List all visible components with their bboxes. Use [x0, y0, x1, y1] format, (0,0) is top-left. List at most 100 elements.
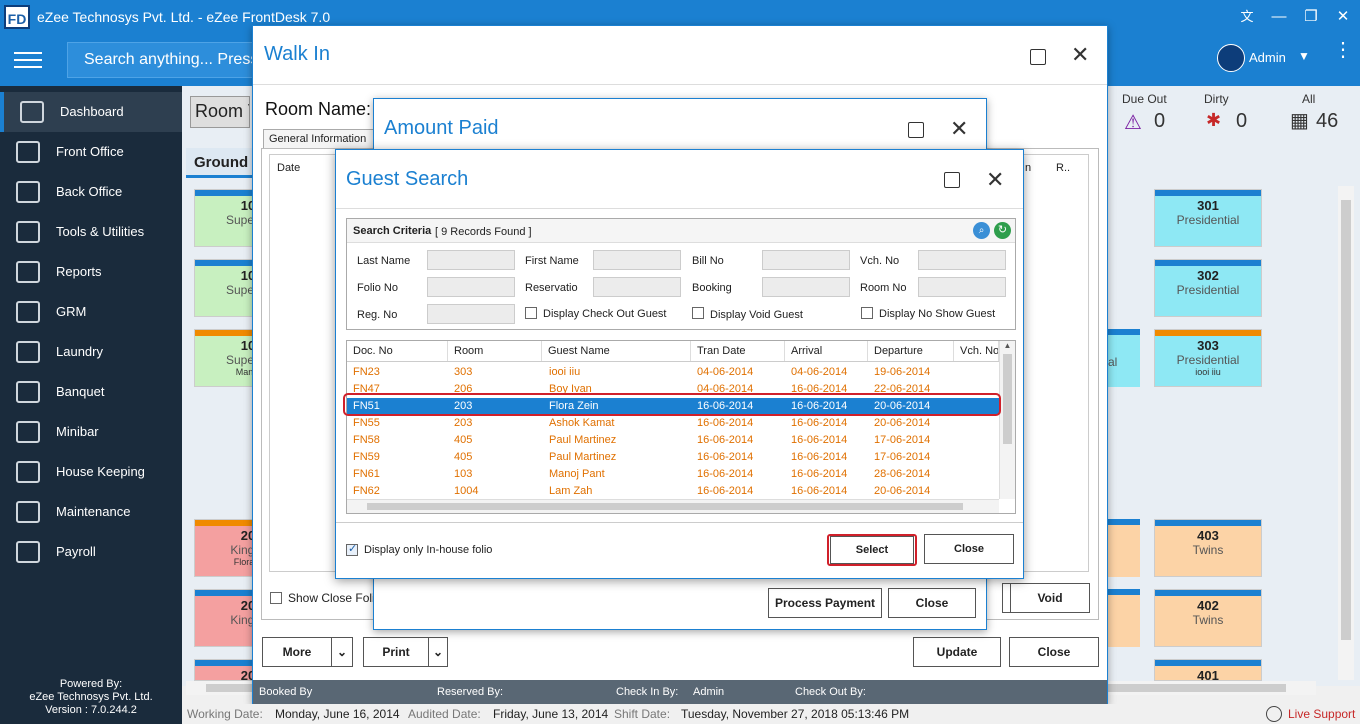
search-icon[interactable]: ⌕	[973, 222, 990, 239]
room-view-button[interactable]: Room V	[190, 96, 250, 128]
display-no-show-checkbox[interactable]	[861, 307, 873, 319]
sidebar-item-front-office[interactable]: Front Office	[0, 132, 182, 172]
stat-dirty[interactable]: Dirty ✱ 0	[1204, 92, 1264, 134]
room-card[interactable]: 303 Presidential iooi iiu	[1154, 329, 1262, 387]
user-menu-caret-icon[interactable]: ▼	[1298, 49, 1310, 63]
process-payment-button[interactable]: Process Payment	[768, 588, 882, 618]
room-card[interactable]: 403 Twins	[1154, 519, 1262, 577]
first-name-field[interactable]	[593, 250, 681, 270]
void-button[interactable]: Void	[1010, 583, 1090, 613]
reg-no-field[interactable]	[427, 304, 515, 324]
translate-icon[interactable]: 文	[1236, 6, 1258, 28]
guest-search-dialog: Guest Search ✕ Search Criteria [ 9 Recor…	[335, 149, 1024, 579]
support-icon[interactable]	[1266, 706, 1282, 722]
sidebar-item-dashboard[interactable]: Dashboard	[0, 92, 182, 132]
records-found: [ 9 Records Found ]	[435, 226, 532, 238]
display-check-out-checkbox[interactable]	[525, 307, 537, 319]
close-window-button[interactable]: ✕	[1332, 6, 1354, 28]
vch-no-field[interactable]	[918, 250, 1006, 270]
room-no-field[interactable]	[918, 277, 1006, 297]
show-close-folio-label: Show Close Folio	[288, 591, 382, 605]
grid-horizontal-scrollbar[interactable]	[347, 499, 999, 513]
table-row[interactable]: FN23 303 iooi iiu 04-06-2014 04-06-2014 19-06…	[347, 364, 999, 381]
sidebar-item-payroll[interactable]: Payroll	[0, 532, 182, 572]
user-avatar-icon[interactable]	[1217, 44, 1245, 72]
print-button[interactable]: Print	[363, 637, 429, 667]
close-button[interactable]: Close	[924, 534, 1014, 564]
column-n: n	[1025, 162, 1032, 174]
close-icon[interactable]: ✕	[986, 167, 1004, 193]
sidebar-item-house-keeping[interactable]: House Keeping	[0, 452, 182, 492]
booking-field[interactable]	[762, 277, 850, 297]
table-row[interactable]: FN59 405 Paul Martinez 16-06-2014 16-06-2014…	[347, 449, 999, 466]
reservation-field[interactable]	[593, 277, 681, 297]
sidebar-item-maintenance[interactable]: Maintenance	[0, 492, 182, 532]
translate-icon[interactable]	[908, 122, 924, 138]
more-dropdown-chevron-icon[interactable]: ⌄	[331, 637, 353, 667]
sidebar-item-laundry[interactable]: Laundry	[0, 332, 182, 372]
user-name[interactable]: Admin	[1249, 50, 1286, 65]
dirty-icon: ✱	[1206, 110, 1222, 130]
table-row[interactable]: FN62 1004 Lam Zah 16-06-2014 16-06-2014 20-06…	[347, 483, 999, 500]
room-card[interactable]: 402 Twins	[1154, 589, 1262, 647]
folio-no-field[interactable]	[427, 277, 515, 297]
column-header[interactable]: Arrival	[785, 341, 868, 361]
display-void-checkbox[interactable]	[692, 307, 704, 319]
person-icon	[16, 141, 40, 163]
column-header[interactable]: Tran Date	[691, 341, 785, 361]
room-card[interactable]: 302 Presidential	[1154, 259, 1262, 317]
display-inhouse-checkbox[interactable]	[346, 542, 358, 556]
global-search-input[interactable]: Search anything... Press	[67, 42, 267, 78]
column-header[interactable]: Doc. No	[347, 341, 448, 361]
minimize-button[interactable]: —	[1268, 6, 1290, 28]
banquet-icon	[16, 381, 40, 403]
translate-icon[interactable]	[944, 172, 960, 188]
select-button[interactable]: Select	[830, 536, 914, 564]
stat-all[interactable]: All ▦ 46	[1288, 92, 1348, 134]
close-button[interactable]: Close	[888, 588, 976, 618]
table-row[interactable]: FN58 405 Paul Martinez 16-06-2014 16-06-2014…	[347, 432, 999, 449]
table-row[interactable]: FN55 203 Ashok Kamat 16-06-2014 16-06-2014 20…	[347, 415, 999, 432]
refresh-icon[interactable]: ↻	[994, 222, 1011, 239]
close-icon[interactable]: ✕	[1071, 42, 1089, 68]
last-name-field[interactable]	[427, 250, 515, 270]
update-button[interactable]: Update	[913, 637, 1001, 667]
stat-due-out[interactable]: Due Out ⚠ 0	[1122, 92, 1182, 134]
close-icon[interactable]: ✕	[950, 116, 968, 142]
room-card-partial[interactable]: al	[1106, 329, 1140, 387]
room-card[interactable]: 401	[1154, 659, 1262, 683]
grid-vertical-scrollbar[interactable]: ▲	[999, 341, 1015, 499]
room-card-partial[interactable]	[1106, 589, 1140, 647]
bill-no-field[interactable]	[762, 250, 850, 270]
column-header[interactable]: Departure	[868, 341, 954, 361]
vertical-scrollbar[interactable]	[1338, 186, 1354, 680]
room-card-partial[interactable]	[1106, 519, 1140, 577]
tab-ground-floor[interactable]: Ground	[186, 148, 256, 178]
column-header[interactable]: Room	[448, 341, 542, 361]
more-button[interactable]: More	[262, 637, 332, 667]
building-icon	[16, 181, 40, 203]
sidebar-item-tools-utilities[interactable]: Tools & Utilities	[0, 212, 182, 252]
restore-button[interactable]: ❐	[1300, 6, 1322, 28]
more-options-icon[interactable]: ⋮	[1333, 40, 1353, 60]
sidebar-item-banquet[interactable]: Banquet	[0, 372, 182, 412]
sidebar-item-reports[interactable]: Reports	[0, 252, 182, 292]
table-row[interactable]: FN61 103 Manoj Pant 16-06-2014 16-06-2014 28-…	[347, 466, 999, 483]
hamburger-menu-icon[interactable]	[14, 52, 42, 70]
app-logo: FD	[4, 5, 30, 29]
status-bar: Working Date: Monday, June 16, 2014 Audi…	[182, 704, 1360, 724]
column-header[interactable]: Vch. No	[954, 341, 999, 361]
room-card[interactable]: 301 Presidential	[1154, 189, 1262, 247]
column-date: Date	[277, 162, 301, 174]
close-button[interactable]: Close	[1009, 637, 1099, 667]
print-dropdown-chevron-icon[interactable]: ⌄	[428, 637, 448, 667]
show-close-folio-checkbox[interactable]	[270, 592, 282, 604]
live-support-link[interactable]: Live Support	[1288, 707, 1355, 721]
translate-icon[interactable]	[1030, 49, 1046, 65]
window-title: eZee Technosys Pvt. Ltd. - eZee FrontDes…	[37, 9, 331, 25]
sidebar-item-grm[interactable]: GRM	[0, 292, 182, 332]
sidebar-item-minibar[interactable]: Minibar	[0, 412, 182, 452]
search-criteria-panel: Search Criteria [ 9 Records Found ] ⌕ ↻ …	[346, 218, 1016, 330]
column-header[interactable]: Guest Name	[542, 341, 691, 361]
sidebar-item-back-office[interactable]: Back Office	[0, 172, 182, 212]
